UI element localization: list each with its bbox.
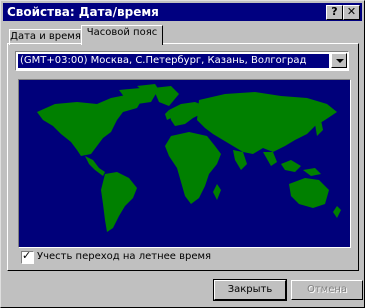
window-title: Свойства: Дата/время <box>7 5 159 19</box>
help-button[interactable]: ? <box>326 5 343 20</box>
cancel-button: Отмена <box>291 280 363 300</box>
close-window-button[interactable]: ✕ <box>343 5 360 20</box>
timezone-select[interactable]: (GMT+03:00) Москва, С.Петербург, Казань,… <box>15 51 349 71</box>
title-bar[interactable]: Свойства: Дата/время ? ✕ <box>3 3 362 21</box>
tab-time-zone[interactable]: Часовой пояс <box>81 25 163 45</box>
close-button[interactable]: Закрыть <box>213 279 287 301</box>
world-map-graphic <box>37 84 341 232</box>
dst-checkbox-label[interactable]: Учесть переход на летнее время <box>37 250 211 264</box>
timezone-selected-value: (GMT+03:00) Москва, С.Петербург, Казань,… <box>18 54 329 68</box>
dst-checkbox[interactable] <box>21 249 34 264</box>
dropdown-arrow-icon[interactable] <box>331 53 347 68</box>
world-map <box>18 79 351 248</box>
dialog-window: Свойства: Дата/время ? ✕ Дата и время Ча… <box>0 0 365 308</box>
